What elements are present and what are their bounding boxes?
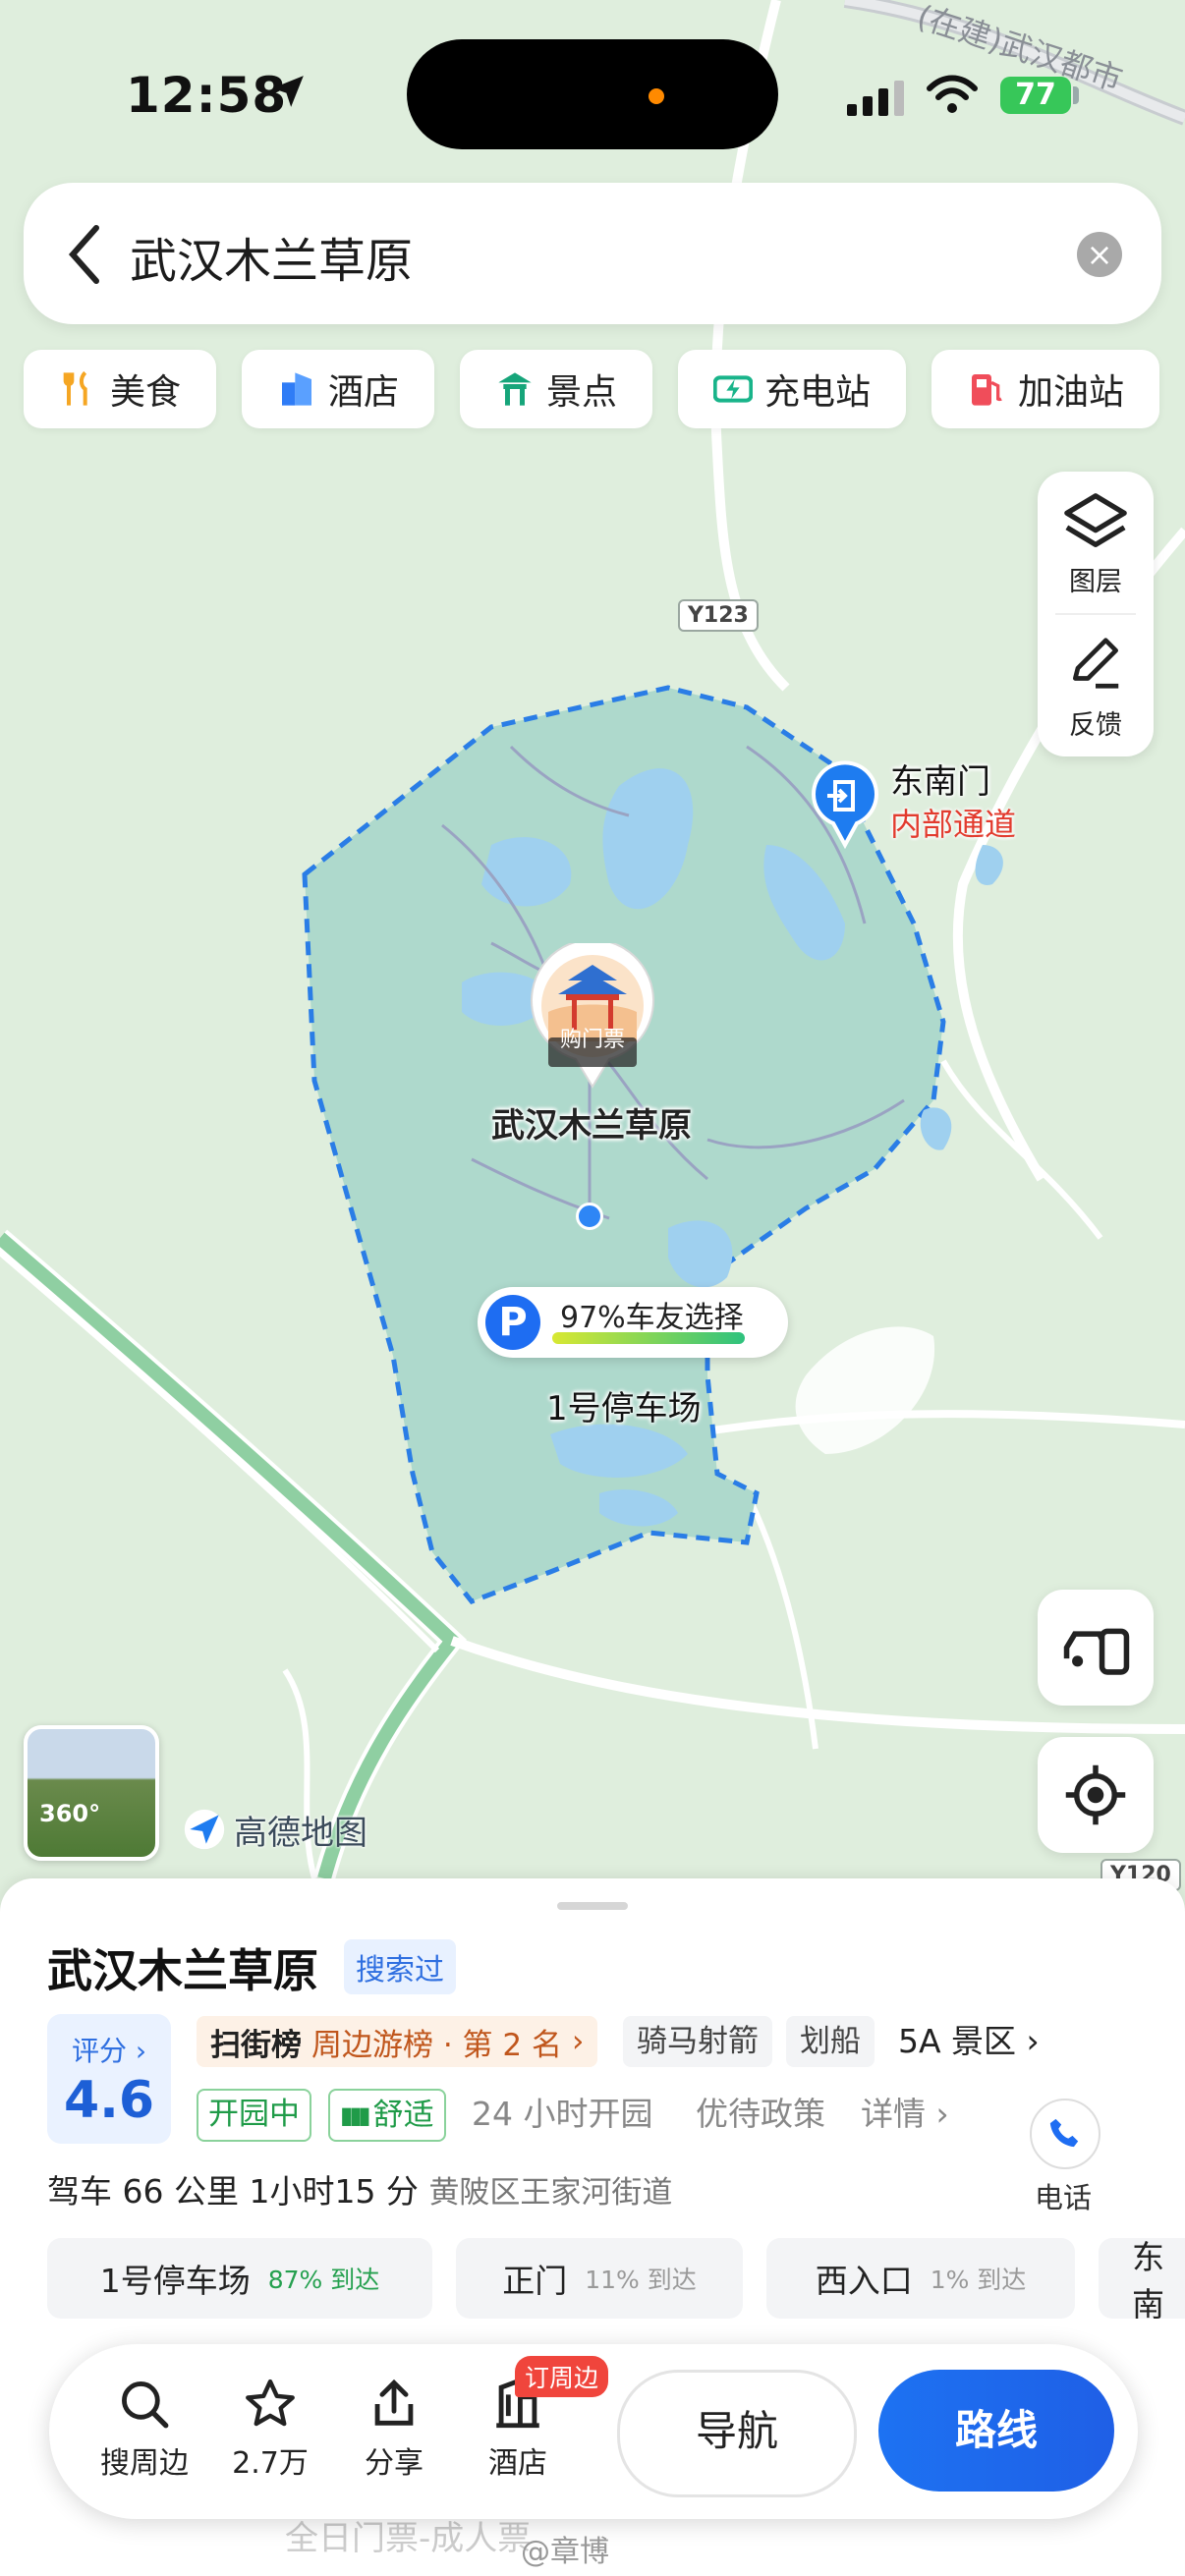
dynamic-island: [407, 39, 778, 149]
parking-choice-text: 97%车友选择: [560, 1301, 744, 1335]
drive-distance-time: 驾车 66 公里 1小时15 分: [47, 2172, 419, 2211]
panorama-thumbnail[interactable]: [24, 1725, 159, 1861]
activity-tag[interactable]: 划船: [786, 2016, 875, 2067]
feedback-pencil-icon[interactable]: [1065, 633, 1126, 694]
gate-note: 内部通道: [890, 806, 1017, 843]
layers-label[interactable]: 图层: [1038, 560, 1154, 598]
rating-value: 4.6: [63, 2071, 155, 2130]
car-phone-icon: [1063, 1628, 1130, 1675]
route-button[interactable]: 路线: [878, 2370, 1114, 2492]
entry-arrival-rate: 1% 到达: [930, 2266, 1027, 2294]
scenic-icon: [498, 372, 532, 406]
drive-info: 驾车 66 公里 1小时15 分 黄陂区王家河街道: [47, 2165, 672, 2212]
phone-icon: [1049, 2118, 1079, 2148]
opening-hours: 24 小时开园: [472, 2095, 653, 2133]
comfort-chip: ▮▮▮ 舒适: [328, 2089, 446, 2142]
search-nearby-button[interactable]: 搜周边: [90, 2376, 198, 2482]
favorite-count: 2.7万: [232, 2446, 309, 2481]
entry-name: 东南: [1132, 2238, 1164, 2324]
gate-name[interactable]: 东南门: [890, 755, 990, 803]
category-hotel[interactable]: 酒店: [242, 350, 434, 428]
poi-map-label: 武汉木兰草原: [491, 1106, 692, 1146]
panorama-360-label: 360°: [39, 1800, 101, 1827]
navigate-button[interactable]: 导航: [617, 2370, 857, 2497]
share-icon: [374, 2379, 414, 2426]
clear-search-icon[interactable]: ×: [1077, 232, 1122, 277]
scenic-level[interactable]: 5A 景区 ›: [898, 2016, 1040, 2067]
gate-marker-icon[interactable]: [808, 760, 882, 849]
recording-dot: [649, 88, 664, 104]
entry-name: 正门: [502, 2262, 568, 2300]
entry-name: 西入口: [815, 2262, 913, 2300]
category-scenic[interactable]: 景点: [460, 350, 652, 428]
category-food[interactable]: 美食: [24, 350, 216, 428]
category-label: 美食: [109, 372, 181, 413]
entry-main-gate[interactable]: 正门 11% 到达: [456, 2238, 743, 2319]
phone-label[interactable]: 电话: [1018, 2175, 1108, 2216]
searched-badge: 搜索过: [344, 1939, 456, 1994]
share-label: 分享: [365, 2446, 423, 2481]
activity-tag[interactable]: 骑马射箭: [623, 2016, 772, 2067]
rank-prefix: 扫街榜: [210, 2027, 302, 2063]
buy-ticket-label[interactable]: 购门票: [548, 1022, 637, 1053]
details-link[interactable]: 详情 ›: [861, 2091, 949, 2138]
discount-policy[interactable]: 优待政策: [696, 2091, 825, 2138]
feedback-label[interactable]: 反馈: [1038, 703, 1154, 742]
back-chevron-icon[interactable]: [63, 220, 106, 289]
cellular-signal-icon: [847, 81, 904, 116]
tool-divider: [1055, 613, 1136, 615]
favorite-button[interactable]: 2.7万: [216, 2376, 324, 2482]
layers-icon[interactable]: [1061, 487, 1130, 556]
charging-icon: [712, 375, 753, 403]
poi-address: 黄陂区王家河街道: [428, 2175, 673, 2211]
food-icon: [63, 370, 87, 406]
location-dot: [576, 1203, 603, 1230]
wifi-icon: [927, 75, 978, 113]
entry-parking-1[interactable]: 1号停车场 87% 到达: [47, 2238, 432, 2319]
open-status-chip: 开园中: [197, 2089, 311, 2142]
poi-pavilion-marker[interactable]: [529, 943, 656, 1091]
search-query[interactable]: 武汉木兰草原: [130, 222, 413, 291]
ranking-chip[interactable]: 扫街榜 周边游榜 · 第 2 名 ›: [197, 2016, 598, 2067]
entry-west[interactable]: 西入口 1% 到达: [766, 2238, 1075, 2319]
hotel-label: 酒店: [488, 2446, 547, 2481]
parking-map-label[interactable]: 1号停车场: [546, 1381, 702, 1429]
category-label: 酒店: [327, 372, 399, 413]
star-icon: [246, 2379, 295, 2427]
category-charging[interactable]: 充电站: [678, 350, 906, 428]
parking-choice-bar: [552, 1332, 745, 1344]
battery-tip: [1073, 86, 1079, 104]
parking-icon: P: [485, 1295, 540, 1350]
amap-logo-icon: [184, 1809, 225, 1850]
entry-name: 1号停车场: [99, 2262, 251, 2300]
category-label: 充电站: [763, 372, 871, 413]
road-tag-y123: Y123: [678, 599, 759, 632]
rating-label: 评分 ›: [71, 2035, 147, 2067]
status-time: 12:58: [126, 67, 288, 124]
search-icon: [122, 2381, 169, 2429]
rank-text: 周边游榜 · 第 2 名: [311, 2027, 562, 2063]
search-nearby-label: 搜周边: [100, 2446, 189, 2481]
comfort-text: 舒适: [372, 2098, 434, 2133]
gas-station-icon: [971, 374, 1002, 406]
hotel-icon: [281, 372, 311, 406]
share-button[interactable]: 分享: [340, 2376, 448, 2482]
location-arrow-icon: [272, 76, 304, 107]
order-nearby-badge: 订周边: [515, 2356, 609, 2397]
amap-brand-text: 高德地图: [234, 1814, 367, 1853]
entry-southeast[interactable]: 东南: [1099, 2238, 1185, 2324]
watermark: @章博: [521, 2535, 609, 2569]
chevron-right-icon: ›: [572, 2024, 585, 2059]
people-icon: ▮▮▮: [340, 2101, 371, 2129]
category-gas-station[interactable]: 加油站: [931, 350, 1159, 428]
category-label: 加油站: [1017, 372, 1124, 413]
crosshair-icon: [1065, 1764, 1126, 1825]
entry-arrival-rate: 87% 到达: [267, 2266, 380, 2294]
category-label: 景点: [545, 372, 617, 413]
poi-title: 武汉木兰草原: [47, 1944, 318, 1997]
entry-arrival-rate: 11% 到达: [585, 2266, 697, 2294]
sheet-drag-handle[interactable]: [557, 1902, 628, 1910]
